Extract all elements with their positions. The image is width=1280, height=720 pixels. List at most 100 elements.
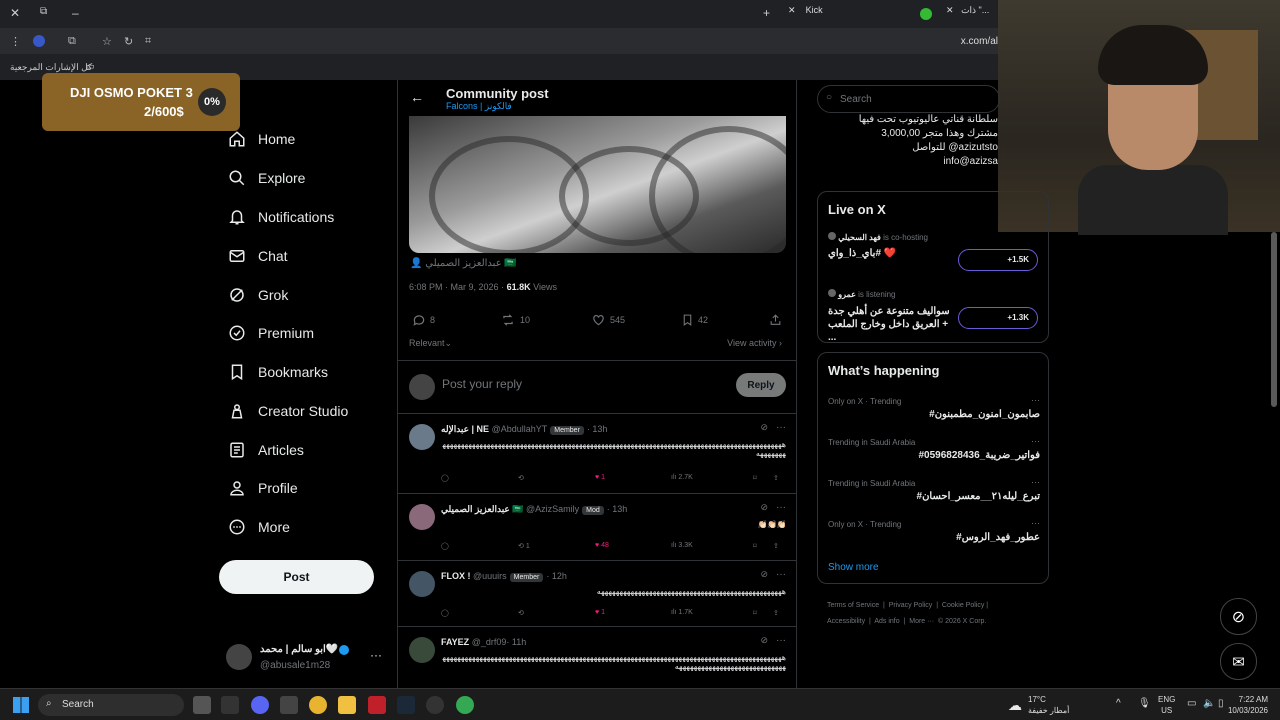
chrome-active-icon[interactable] xyxy=(456,696,474,714)
caption-author[interactable]: عبدالعزيز الصميلي 🇸🇦 xyxy=(425,258,517,269)
author-handle[interactable]: @AbdullahYT xyxy=(492,424,548,434)
network-icon[interactable]: ▭ xyxy=(1187,698,1196,709)
like-action[interactable]: ♥ 48 xyxy=(595,542,609,549)
reply-post[interactable]: FLOX ! @uuuirs Member · 12h ··· ⊘ ههههههههههه… xyxy=(398,561,796,627)
live-listeners-pill[interactable]: +1.3K xyxy=(958,307,1038,329)
battery-icon[interactable]: ▯ xyxy=(1218,698,1224,709)
nav-item-home[interactable]: Home xyxy=(228,127,295,151)
reply-post[interactable]: عبدالعزيز الصميلي 🇸🇦 @AzizSamily Mod · 13h… xyxy=(398,494,796,561)
avatar[interactable] xyxy=(409,571,435,597)
trend-item[interactable]: Only on X · Trending ··· #عطور_فهد_الروس xyxy=(828,518,1040,543)
app-icon[interactable] xyxy=(221,696,239,714)
show-more-link[interactable]: Show more xyxy=(828,562,879,573)
share-icon[interactable]: ⇪ xyxy=(773,542,779,550)
more-dots-icon[interactable]: ··· xyxy=(1031,477,1040,487)
more-dots-icon[interactable]: ··· xyxy=(370,648,382,662)
all-bookmarks-label[interactable]: كل الإشارات المرجعية xyxy=(10,62,92,73)
grok-fab[interactable]: ⊘ xyxy=(1220,598,1257,635)
reply-button[interactable]: Reply xyxy=(736,373,786,397)
footer-link[interactable]: Accessibility xyxy=(827,618,865,625)
nav-item-articles[interactable]: Articles xyxy=(228,438,304,462)
trend-item[interactable]: Trending in Saudi Arabia ··· #فواتير_ضريبة… xyxy=(828,436,1040,461)
windows-start-icon[interactable] xyxy=(13,697,29,713)
author-handle[interactable]: @AzizSamily xyxy=(526,504,579,514)
menu-dots-icon[interactable]: ⋮ xyxy=(10,35,21,48)
grok-icon[interactable]: ⊘ xyxy=(760,635,768,646)
avatar[interactable] xyxy=(409,424,435,450)
grok-icon[interactable]: ⊘ xyxy=(760,569,768,580)
more-dots-icon[interactable]: ··· xyxy=(1031,436,1040,446)
taskbar-search[interactable]: ⌕ Search xyxy=(38,694,184,716)
like-action[interactable]: ♥ 1 xyxy=(595,474,605,481)
nav-item-grok[interactable]: Grok xyxy=(228,283,288,307)
star-icon[interactable]: ☆ xyxy=(102,35,112,48)
author-handle[interactable]: @uuuirs xyxy=(473,571,507,581)
tray-chevron-icon[interactable]: ^ xyxy=(1116,698,1121,709)
bio-line[interactable]: للتواصل @azizutsto xyxy=(818,141,998,155)
more-dots-icon[interactable]: ··· xyxy=(776,502,786,513)
nav-item-explore[interactable]: Explore xyxy=(228,166,305,190)
repost-action[interactable]: 10 xyxy=(500,313,530,327)
more-dots-icon[interactable]: ··· xyxy=(776,422,786,433)
post-image[interactable] xyxy=(409,116,786,253)
like-action[interactable]: 545 xyxy=(591,313,625,327)
repost-action[interactable]: ⟲ xyxy=(518,474,526,482)
trend-item[interactable]: Trending in Saudi Arabia ··· #تبرع_ليله٢١_… xyxy=(828,477,1040,502)
live-listeners-pill[interactable]: +1.5K xyxy=(958,249,1038,271)
views-action[interactable]: ılı 2.7K xyxy=(671,474,693,481)
footer-link[interactable]: More ··· xyxy=(909,618,934,625)
account-switcher[interactable]: ابو سالم | محمد🤍 @abusale1m28 ··· xyxy=(226,642,386,676)
grok-icon[interactable]: ⊘ xyxy=(760,422,768,433)
clock[interactable]: 7:22 AM 10/03/2026 xyxy=(1226,694,1268,716)
bookmark-action[interactable]: 42 xyxy=(681,313,708,327)
tab-close-icon[interactable]: ✕ xyxy=(788,5,796,15)
reload-icon[interactable]: ↻ xyxy=(124,35,133,48)
post-time[interactable]: 6:08 PM · Mar 9, 2026 · xyxy=(409,282,504,292)
avatar[interactable] xyxy=(409,504,435,530)
steam-icon[interactable] xyxy=(397,696,415,714)
more-dots-icon[interactable]: ··· xyxy=(776,635,786,646)
app-icon[interactable] xyxy=(426,696,444,714)
more-dots-icon[interactable]: ··· xyxy=(1031,518,1040,528)
community-link[interactable]: Falcons | فالكونز xyxy=(446,101,512,112)
reply-icon[interactable]: ◯ xyxy=(441,542,449,550)
more-dots-icon[interactable]: ··· xyxy=(776,569,786,580)
tab-kick[interactable]: ✕ Kick xyxy=(788,5,823,16)
footer-link[interactable]: Privacy Policy xyxy=(889,602,933,609)
share-icon[interactable]: ⇪ xyxy=(773,609,779,617)
scrollbar[interactable] xyxy=(1271,232,1277,407)
task-view-icon[interactable] xyxy=(193,696,211,714)
bookmark-icon[interactable]: ⌑ xyxy=(753,609,757,617)
microphone-icon[interactable]: 🎙 xyxy=(1138,698,1151,709)
reply-time[interactable]: · 11h xyxy=(506,637,526,647)
sort-dropdown[interactable]: Relevant⌄ xyxy=(409,338,452,349)
reply-input[interactable]: Post your reply xyxy=(442,377,522,391)
nav-item-bookmarks[interactable]: Bookmarks xyxy=(228,360,328,384)
minimize-icon[interactable]: – xyxy=(72,6,79,20)
views-action[interactable]: ılı 1.7K xyxy=(671,609,693,616)
author-name[interactable]: FLOX ! xyxy=(441,571,471,581)
nav-item-profile[interactable]: Profile xyxy=(228,476,298,500)
restore-icon[interactable]: ⧉ xyxy=(40,6,47,17)
grok-icon[interactable]: ⊘ xyxy=(760,502,768,513)
like-action[interactable]: ♥ 1 xyxy=(595,609,605,616)
view-activity-link[interactable]: View activity › xyxy=(727,338,782,348)
reply-post[interactable]: FAYEZ @_drf09· 11h ··· ⊘ هههههههههههههههههه… xyxy=(398,627,796,688)
reply-time[interactable]: · 12h xyxy=(546,571,567,581)
share-action[interactable] xyxy=(769,313,786,327)
nav-item-more[interactable]: More xyxy=(228,515,290,539)
nav-item-premium[interactable]: Premium xyxy=(228,321,314,345)
reply-time[interactable]: · 13h xyxy=(607,504,628,514)
reply-action[interactable]: 8 xyxy=(412,313,435,327)
views-action[interactable]: ılı 3.3K xyxy=(671,542,693,549)
bio-line[interactable]: info@azizsa xyxy=(818,155,998,169)
close-window-icon[interactable]: ✕ xyxy=(10,6,20,20)
nav-item-creator-studio[interactable]: Creator Studio xyxy=(228,399,348,423)
more-dots-icon[interactable]: ··· xyxy=(1031,395,1040,405)
tab-close-icon[interactable]: ✕ xyxy=(946,5,954,15)
weather-widget[interactable]: 17°C أمطار خفيفة xyxy=(1028,694,1069,716)
back-arrow-icon[interactable]: ← xyxy=(410,89,424,105)
profile-icon[interactable] xyxy=(33,35,45,47)
search-input[interactable]: ○ Search xyxy=(817,85,1000,113)
post-button[interactable]: Post xyxy=(219,560,374,594)
